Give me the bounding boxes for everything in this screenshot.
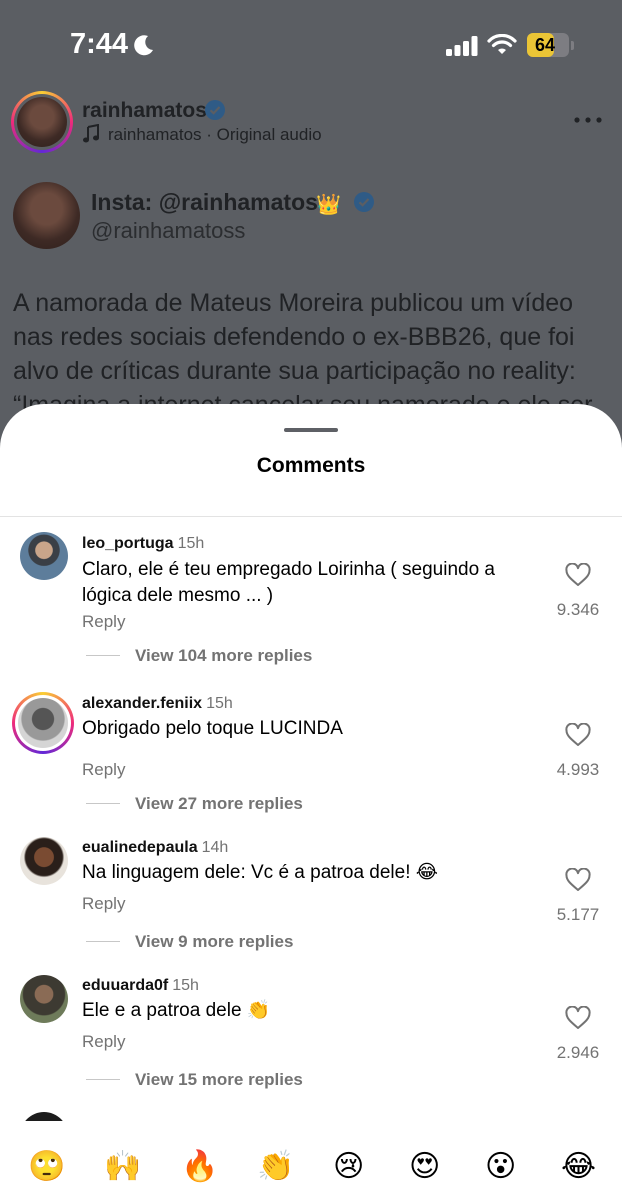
like-count: 2.946 xyxy=(556,1043,600,1062)
tweet-text: A namorada de Mateus Moreira publicou um… xyxy=(13,289,593,419)
comment-avatar[interactable] xyxy=(20,975,68,1023)
tweet-avatar xyxy=(13,182,80,249)
comment-time: 14h xyxy=(201,839,229,856)
like-count: 4.993 xyxy=(556,760,600,779)
view-replies-button[interactable]: View 9 more replies xyxy=(135,932,293,952)
tweet-verified-icon xyxy=(354,192,374,212)
like-heart-icon[interactable] xyxy=(565,563,591,587)
emoji-button[interactable]: 😍 xyxy=(409,1149,440,1184)
comment-username[interactable]: alexander.feniix 15h xyxy=(82,695,233,713)
comments-sheet: Comments leo_portuga 15h Claro, ele é teu… xyxy=(0,404,622,1199)
tweet-handle: @rainhamatoss xyxy=(91,218,246,243)
replies-line xyxy=(86,655,120,656)
comment-avatar[interactable] xyxy=(20,837,68,885)
like-heart-icon[interactable] xyxy=(565,868,591,892)
comment-time: 15h xyxy=(177,535,205,552)
more-options-icon[interactable] xyxy=(574,117,602,123)
like-heart-icon[interactable] xyxy=(565,1006,591,1030)
emoji-button[interactable]: 🙌 xyxy=(104,1149,141,1184)
divider xyxy=(0,516,622,517)
crown-icon: 👑 xyxy=(316,194,341,216)
post-username[interactable]: rainhamatos xyxy=(82,99,207,123)
comment-text: Na linguagem dele: Vc é a patroa dele! 😂 xyxy=(82,862,438,883)
emoji-button[interactable]: 🙄 xyxy=(28,1149,65,1184)
comment-username-text[interactable]: leo_portuga xyxy=(82,535,174,552)
battery-level: 64 xyxy=(534,35,556,55)
status-bar: 7:44 64 xyxy=(0,0,622,92)
reply-button[interactable]: Reply xyxy=(82,894,125,914)
sheet-grabber[interactable] xyxy=(284,428,338,432)
battery-tip xyxy=(571,41,574,50)
signal-icon xyxy=(446,36,478,56)
like-heart-icon[interactable] xyxy=(565,723,591,747)
view-replies-button[interactable]: View 104 more replies xyxy=(135,646,312,666)
comment-username-text[interactable]: eduuarda0f xyxy=(82,977,168,994)
tweet-display-name: Insta: @rainhamatos xyxy=(91,189,318,215)
reply-button[interactable]: Reply xyxy=(82,1032,125,1052)
reply-button[interactable]: Reply xyxy=(82,760,125,780)
emoji-button[interactable]: 👏 xyxy=(257,1149,294,1184)
comment-username[interactable]: eualinedepaula 14h xyxy=(82,839,228,857)
comment-username-text[interactable]: alexander.feniix xyxy=(82,695,202,712)
view-replies-button[interactable]: View 15 more replies xyxy=(135,1070,303,1090)
emoji-button[interactable]: 😂 xyxy=(561,1149,596,1184)
comment-text: Ele e a patroa dele 👏 xyxy=(82,1000,271,1021)
replies-line xyxy=(86,1079,120,1080)
comment-text: Obrigado pelo toque LUCINDA xyxy=(82,718,343,739)
replies-line xyxy=(86,803,120,804)
replies-line xyxy=(86,941,120,942)
comment-time: 15h xyxy=(206,695,233,712)
wifi-icon xyxy=(487,34,517,54)
music-note-icon xyxy=(83,124,99,143)
comment-username-text[interactable]: eualinedepaula xyxy=(82,839,198,856)
emoji-button[interactable]: 😮 xyxy=(485,1149,516,1184)
comment-time: 15h xyxy=(172,977,199,994)
like-count: 9.346 xyxy=(556,600,600,619)
view-replies-button[interactable]: View 27 more replies xyxy=(135,794,303,814)
moon-icon xyxy=(134,35,153,56)
emoji-button[interactable]: 😢 xyxy=(333,1149,364,1184)
battery-indicator: 64 xyxy=(527,33,569,57)
reply-button[interactable]: Reply xyxy=(82,612,125,632)
comment-text: Claro, ele é teu empregado Loirinha ( se… xyxy=(82,559,495,606)
comment-avatar[interactable] xyxy=(18,698,68,748)
avatar[interactable] xyxy=(17,97,67,147)
verified-badge-icon xyxy=(205,100,225,120)
status-time: 7:44 xyxy=(70,28,129,60)
comment-username[interactable]: eduuarda0f 15h xyxy=(82,977,199,995)
like-count: 5.177 xyxy=(556,905,600,924)
sheet-title: Comments xyxy=(256,454,366,477)
emoji-button[interactable]: 🔥 xyxy=(181,1149,218,1184)
comment-avatar[interactable] xyxy=(20,532,68,580)
audio-label[interactable]: rainhamatos · Original audio xyxy=(108,125,322,145)
emoji-reaction-bar: 🙄 🙌 🔥 👏 😢 😍 😮 😂 xyxy=(0,1121,622,1199)
comment-username[interactable]: leo_portuga 15h xyxy=(82,535,204,553)
